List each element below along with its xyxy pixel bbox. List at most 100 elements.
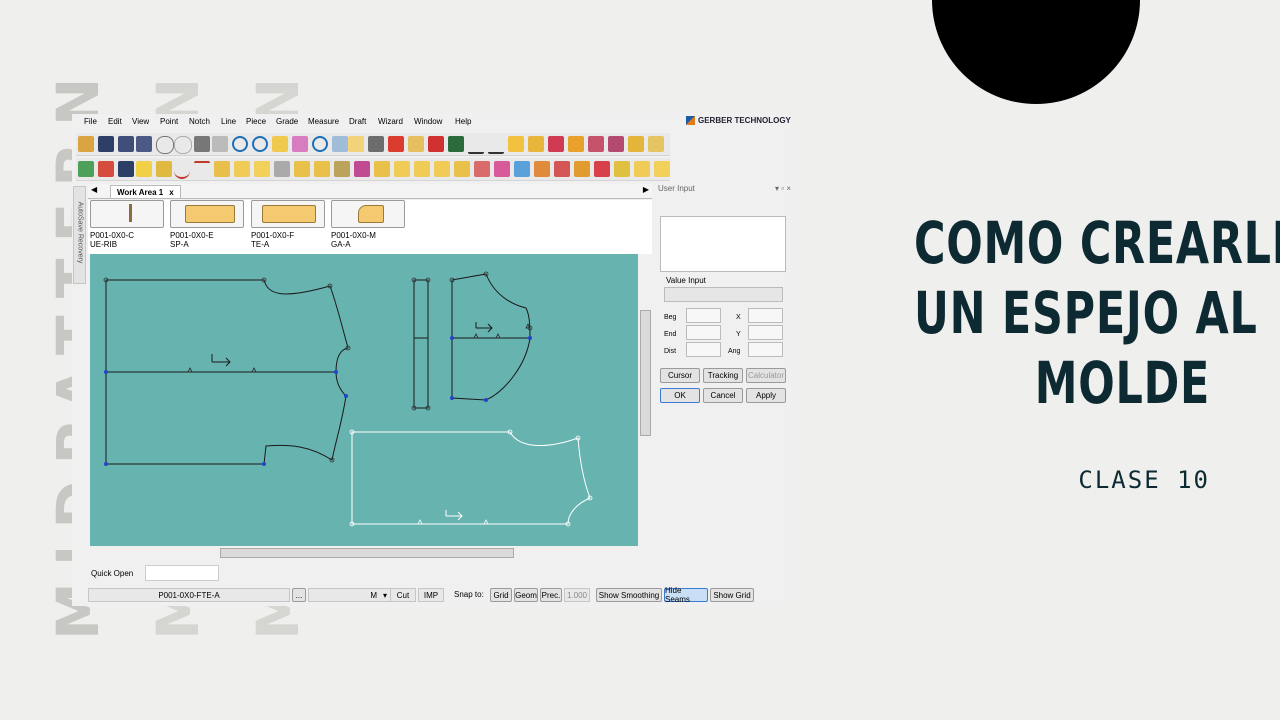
ruler-icon[interactable] [508, 136, 524, 152]
close-piece-icon[interactable] [428, 136, 444, 152]
mirror-icon[interactable] [234, 161, 250, 177]
menu-piece[interactable]: Piece [246, 117, 266, 126]
rectangle-icon[interactable] [136, 161, 152, 177]
zoom-in-icon[interactable] [232, 136, 248, 152]
piece-item[interactable]: P001-0X0-M GA-A [331, 200, 407, 249]
smooth-icon[interactable] [648, 136, 664, 152]
piece-name-field[interactable]: P001-0X0-FTE-A [88, 588, 290, 602]
menu-measure[interactable]: Measure [308, 117, 339, 126]
snap-geom-button[interactable]: Geom [514, 588, 538, 602]
save-icon[interactable] [98, 136, 114, 152]
ang-field[interactable] [748, 342, 783, 357]
fold-icon[interactable] [254, 161, 270, 177]
select-icon[interactable] [78, 161, 94, 177]
flip-icon[interactable] [534, 161, 550, 177]
canvas-horizontal-scrollbar[interactable] [90, 546, 638, 559]
grade-rule-icon[interactable] [588, 136, 604, 152]
menu-line[interactable]: Line [221, 117, 236, 126]
curve-line-icon[interactable] [174, 161, 190, 179]
rotate-icon[interactable] [514, 161, 530, 177]
show-smoothing-button[interactable]: Show Smoothing [596, 588, 662, 602]
zoom-out-icon[interactable] [252, 136, 268, 152]
layer-icon[interactable] [118, 161, 134, 177]
menu-wizard[interactable]: Wizard [378, 117, 403, 126]
line-icon[interactable] [194, 161, 210, 179]
annotation-icon[interactable] [548, 136, 564, 152]
show-grid-button[interactable]: Show Grid [710, 588, 754, 602]
cross-icon[interactable] [408, 136, 424, 152]
menu-edit[interactable]: Edit [108, 117, 122, 126]
save-all-icon[interactable] [136, 136, 152, 152]
music-note-icon[interactable] [294, 161, 310, 177]
zoom-full-icon[interactable] [312, 136, 328, 152]
split-icon[interactable] [156, 161, 172, 177]
grade-point-icon[interactable] [614, 161, 630, 177]
vertical-scroll-thumb[interactable] [640, 310, 651, 436]
menu-notch[interactable]: Notch [189, 117, 210, 126]
arrow-down-2-icon[interactable] [488, 136, 504, 154]
menu-draft[interactable]: Draft [349, 117, 366, 126]
menu-help[interactable]: Help [455, 117, 471, 126]
quick-open-input[interactable] [145, 565, 219, 581]
value-input-field[interactable] [664, 287, 783, 302]
notch-tool-icon[interactable] [374, 161, 390, 177]
open-icon[interactable] [78, 136, 94, 152]
flat-icon[interactable] [414, 161, 430, 177]
menu-view[interactable]: View [132, 117, 149, 126]
piece-item[interactable]: P001-0X0-F TE-A [251, 200, 327, 249]
dist-field[interactable] [686, 342, 721, 357]
precision-field[interactable]: 1.000 [564, 588, 590, 602]
horizontal-scroll-thumb[interactable] [220, 548, 514, 558]
zoom-window-icon[interactable] [272, 136, 288, 152]
swap-icon[interactable] [354, 161, 370, 177]
undo-icon[interactable] [156, 136, 174, 154]
print-icon[interactable] [194, 136, 210, 152]
piece-item[interactable]: P001-0X0-E SP-A [170, 200, 246, 249]
zoom-piece-icon[interactable] [292, 136, 308, 152]
browse-button[interactable]: ... [292, 588, 306, 602]
curve-icon[interactable] [628, 136, 644, 152]
zoom-selected-icon[interactable] [332, 136, 348, 152]
plot-icon[interactable] [212, 136, 228, 152]
cursor-button[interactable]: Cursor [660, 368, 700, 383]
y-field[interactable] [748, 325, 783, 340]
menu-grade[interactable]: Grade [276, 117, 298, 126]
beg-field[interactable] [686, 308, 721, 323]
tab-scroll-right-icon[interactable]: ▶ [643, 185, 649, 194]
align-icon[interactable] [494, 161, 510, 177]
apply-button[interactable]: Apply [746, 388, 786, 403]
snap-grid-button[interactable]: Grid [490, 588, 512, 602]
walk-icon[interactable] [594, 161, 610, 177]
grade-icon[interactable] [568, 136, 584, 152]
add-point-icon[interactable] [394, 161, 410, 177]
arrow-down-icon[interactable] [468, 136, 484, 154]
panel-window-controls[interactable]: ▾ ▫ × [775, 184, 791, 196]
end-field[interactable] [686, 325, 721, 340]
hide-seams-button[interactable]: Hide Seams [664, 586, 708, 604]
piece-tool-icon[interactable] [314, 161, 330, 177]
menu-file[interactable]: File [84, 117, 97, 126]
chevrons-icon[interactable] [334, 161, 350, 177]
canvas-vertical-scrollbar[interactable] [638, 254, 651, 546]
move-pieces-icon[interactable] [348, 136, 364, 152]
save-as-icon[interactable] [118, 136, 134, 152]
delete-icon[interactable] [388, 136, 404, 152]
piece-info-icon[interactable] [98, 161, 114, 177]
work-area-canvas[interactable] [90, 254, 638, 546]
ok-button[interactable]: OK [660, 388, 700, 403]
seam-icon[interactable] [274, 161, 290, 177]
menu-window[interactable]: Window [414, 117, 442, 126]
redo-icon[interactable] [174, 136, 192, 154]
table-icon[interactable] [554, 161, 570, 177]
tab-close-icon[interactable]: x [169, 188, 173, 197]
grade-table-icon[interactable] [608, 136, 624, 152]
tab-work-area-1[interactable]: Work Area 1 x [110, 185, 181, 198]
notch-icon[interactable] [528, 136, 544, 152]
stack-icon[interactable] [474, 161, 490, 177]
list-icon[interactable] [368, 136, 384, 152]
pleat-icon[interactable] [434, 161, 450, 177]
tab-scroll-left-icon[interactable]: ◀ [91, 185, 97, 194]
dart-icon[interactable] [454, 161, 470, 177]
calculator-button[interactable]: Calculator [746, 368, 786, 383]
block-icon[interactable] [574, 161, 590, 177]
